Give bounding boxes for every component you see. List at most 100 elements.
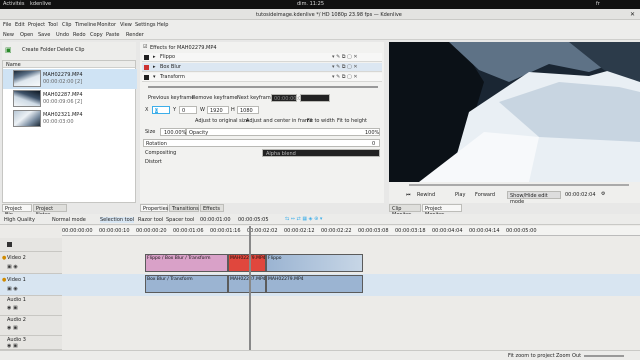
effect-toggle-icon[interactable] <box>144 65 149 70</box>
monitor-menu-icon[interactable]: ⚙ <box>601 191 605 197</box>
remove-keyframe-button[interactable]: Remove keyframe <box>192 95 237 101</box>
height-field[interactable]: 1080 <box>237 106 259 114</box>
track-toggle-icons[interactable]: ◉ ▣ <box>7 343 18 349</box>
effect-toggle-icon[interactable] <box>144 55 149 60</box>
y-field[interactable]: 0 <box>179 106 197 114</box>
track-lock-icon[interactable] <box>7 242 12 247</box>
language-indicator[interactable]: fr <box>596 1 600 7</box>
keyframe-ruler[interactable] <box>148 86 378 88</box>
track-header-video-2[interactable]: ● Video 2 ▣ ◉ <box>0 252 62 274</box>
track-toggle-icons[interactable]: ◉ ▣ <box>7 305 18 311</box>
effect-actions-icons[interactable]: ▾ ✎ ⧉ ▢ ✕ <box>332 54 358 60</box>
monitor-position-slider[interactable] <box>409 184 629 186</box>
fit-width-button[interactable]: Fit to width <box>307 118 335 124</box>
add-clip-icon[interactable]: ▣ <box>5 46 12 54</box>
copy-button[interactable]: Copy <box>90 32 103 38</box>
forward-button[interactable]: Forward <box>475 192 495 198</box>
tab-clip-monitor[interactable]: Clip Monitor <box>389 204 421 218</box>
selection-tool-button[interactable]: Selection tool <box>100 217 135 223</box>
expand-icon[interactable]: ▸ <box>153 64 156 70</box>
track-header-video-1[interactable]: ● Video 1 ▣ ◉ <box>0 274 62 296</box>
effect-actions-icons[interactable]: ▾ ✎ ⧉ ▢ ✕ <box>332 64 358 70</box>
track-header-audio-2[interactable]: Audio 2 ◉ ▣ <box>0 316 62 336</box>
zoom-slider[interactable] <box>584 355 624 357</box>
compositing-select[interactable]: Alpha blend <box>262 149 380 157</box>
rewind-icon[interactable]: ⏮ <box>406 192 411 198</box>
redo-button[interactable]: Redo <box>73 32 86 38</box>
expand-icon[interactable]: ▸ <box>153 54 156 60</box>
tab-effects[interactable]: Effects <box>200 204 224 212</box>
effects-header-checkbox[interactable]: ☑ <box>143 44 147 50</box>
size-field[interactable]: 100.00% <box>160 128 186 136</box>
playhead[interactable] <box>249 226 251 350</box>
zoom-out-button[interactable]: Zoom Out <box>556 353 581 359</box>
tab-properties[interactable]: Properties <box>140 204 168 212</box>
menu-settings[interactable]: Settings <box>135 22 156 28</box>
previous-keyframe-button[interactable]: Previous keyframe <box>148 95 194 101</box>
menu-help[interactable]: Help <box>157 22 168 28</box>
timeline-clip[interactable]: Flippo / Box Blur / Transform <box>145 254 228 272</box>
effect-row-transform[interactable]: ▾ Transform ▾ ✎ ⧉ ▢ ✕ <box>142 73 382 82</box>
effect-actions-icons[interactable]: ▾ ✎ ⧉ ▢ ✕ <box>332 74 358 80</box>
menu-project[interactable]: Project <box>28 22 45 28</box>
tab-project-monitor[interactable]: Project Monitor <box>422 204 462 218</box>
mode-select[interactable]: Normal mode <box>52 217 86 223</box>
delete-clip-button[interactable]: Delete Clip <box>57 47 84 53</box>
keyframe-type-select[interactable] <box>300 94 330 102</box>
track-toggle-icons[interactable]: ◉ ▣ <box>7 325 18 331</box>
open-button[interactable]: Open <box>20 32 33 38</box>
activities-button[interactable]: Activités <box>3 1 24 7</box>
snap-icon[interactable]: ⇆ ⇔ ⇄ ▦ ◈ ⊕ ▾ <box>285 216 322 222</box>
effect-row-flippo[interactable]: ▸ Flippo ▾ ✎ ⧉ ▢ ✕ <box>142 53 382 62</box>
spacer-tool-button[interactable]: Spacer tool <box>166 217 194 223</box>
create-folder-button[interactable]: Create Folder <box>22 47 56 53</box>
save-button[interactable]: Save <box>38 32 50 38</box>
timeline-clip[interactable]: MAH02287.MP4 <box>228 275 266 293</box>
menu-tool[interactable]: Tool <box>48 22 58 28</box>
menu-timeline[interactable]: Timeline <box>75 22 96 28</box>
timeline-ruler[interactable]: 00:00:00:00 00:00:00:10 00:00:00:20 00:0… <box>62 226 640 236</box>
fit-height-button[interactable]: Fit to height <box>337 118 367 124</box>
track-toggle-icons[interactable]: ▣ ◉ <box>7 264 18 270</box>
menu-file[interactable]: File <box>3 22 11 28</box>
timeline-clip-selected[interactable]: MAH02279.MP4 <box>228 254 266 272</box>
opacity-slider[interactable]: Opacity 100% <box>186 128 380 136</box>
fit-zoom-button[interactable]: Fit zoom to project <box>508 353 555 359</box>
effect-row-box-blur[interactable]: ▸ Box Blur ▾ ✎ ⧉ ▢ ✕ <box>142 63 382 72</box>
menu-edit[interactable]: Edit <box>15 22 25 28</box>
x-field[interactable]: 0 <box>152 106 170 114</box>
keyframe-time-field[interactable]: 00:00:00:00 <box>271 94 305 102</box>
timeline-clip[interactable]: Box Blur / Transform <box>145 275 228 293</box>
adjust-center-button[interactable]: Adjust and center in frame <box>246 118 313 124</box>
render-button[interactable]: Render <box>126 32 144 38</box>
tab-project-notes[interactable]: Project Notes <box>33 204 67 218</box>
play-button[interactable]: Play <box>455 192 465 198</box>
undo-button[interactable]: Undo <box>56 32 69 38</box>
bin-item[interactable]: MAH02279.MP4 00:00:02:00 [2] <box>3 69 137 89</box>
timeline-clip[interactable]: MAH02279.MP4 <box>266 275 363 293</box>
effect-toggle-icon[interactable] <box>144 75 149 80</box>
tab-transitions[interactable]: Transitions <box>169 204 199 212</box>
paste-button[interactable]: Paste <box>106 32 120 38</box>
clock[interactable]: dim. 11:25 <box>297 1 324 7</box>
timeline-clip[interactable]: Flippo <box>266 254 363 272</box>
tab-project-bin[interactable]: Project Bin <box>2 204 32 218</box>
monitor-timecode[interactable]: 00:00:02:04 <box>565 192 596 198</box>
quality-select[interactable]: High Quality <box>4 217 35 223</box>
column-name-header[interactable]: Name <box>6 62 21 68</box>
timeline-position[interactable]: 00:00:01:00 <box>200 217 231 223</box>
width-field[interactable]: 1920 <box>207 106 229 114</box>
track-header-audio-3[interactable]: Audio 3 ◉ ▣ <box>0 336 62 350</box>
bin-item[interactable]: MAH02287.MP4 00:00:09:06 [2] <box>3 89 137 109</box>
menu-monitor[interactable]: Monitor <box>97 22 116 28</box>
app-menu[interactable]: kdenlive <box>30 1 51 7</box>
bin-item[interactable]: MAH02321.MP4 00:00:03:00 <box>3 109 137 129</box>
rotation-slider[interactable]: Rotation 0 <box>143 139 380 147</box>
track-header-audio-1[interactable]: Audio 1 ◉ ▣ <box>0 296 62 316</box>
distort-checkbox[interactable]: Distort <box>145 159 162 165</box>
rewind-button[interactable]: Rewind <box>417 192 435 198</box>
project-monitor-video[interactable] <box>389 42 640 182</box>
track-toggle-icons[interactable]: ▣ ◉ <box>7 286 18 292</box>
adjust-original-button[interactable]: Adjust to original size <box>195 118 249 124</box>
menu-view[interactable]: View <box>120 22 132 28</box>
